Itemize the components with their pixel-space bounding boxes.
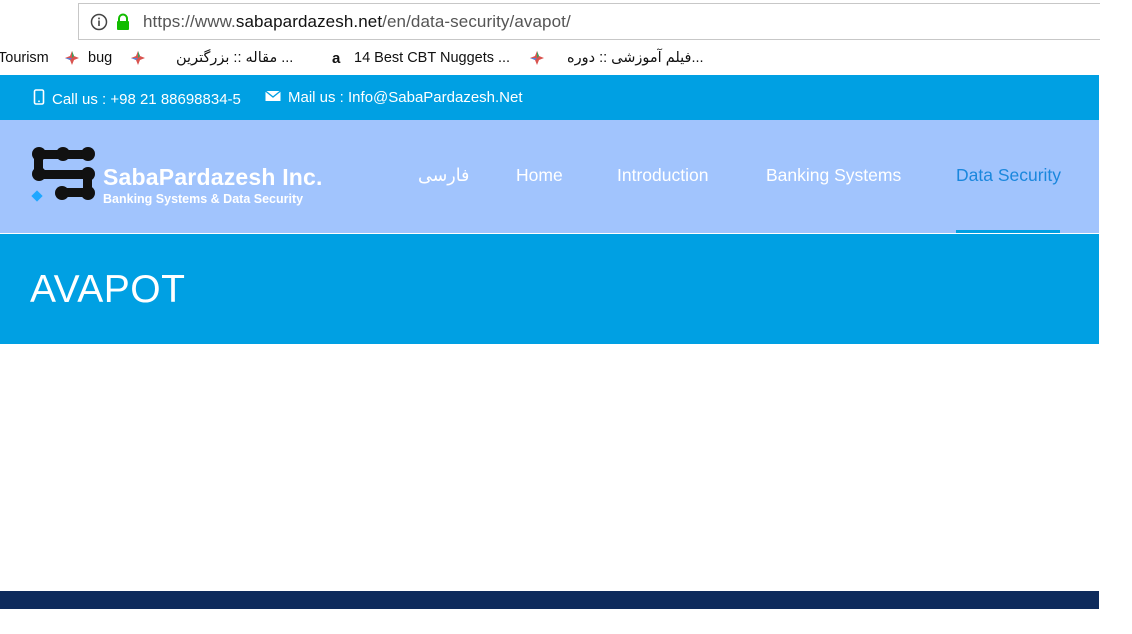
url-text[interactable]: https://www.sabapardazesh.net/en/data-se… (143, 12, 571, 32)
contact-bar: Call us : +98 21 88698834-5 Mail us : In… (0, 75, 1099, 120)
brand-name: SabaPardazesh Inc. (103, 164, 323, 190)
bookmark-training-film[interactable]: فیلم آموزشی :: دوره... (529, 50, 704, 66)
bookmark-label: مقاله :: بزرگترین ... (176, 50, 294, 66)
logo-mark-icon (31, 147, 95, 202)
lock-icon[interactable] (115, 13, 131, 31)
bookmark-label: Tourism (0, 50, 49, 66)
address-bar[interactable]: https://www.sabapardazesh.net/en/data-se… (78, 3, 1100, 40)
puzzle-favicon-icon (64, 50, 80, 66)
bookmark-cbt-nuggets[interactable]: a 14 Best CBT Nuggets ... (330, 50, 511, 67)
page-title-banner: AVAPOT (0, 234, 1099, 344)
nav-item-data-security[interactable]: Data Security (956, 165, 1061, 186)
page-title: AVAPOT (30, 268, 186, 311)
nav-item-farsi[interactable]: فارسی (418, 165, 469, 186)
phone-text: Call us : +98 21 88698834-5 (52, 90, 241, 108)
mobile-phone-icon (33, 89, 45, 109)
nav-item-banking-systems[interactable]: Banking Systems (766, 165, 901, 186)
url-scheme: https://www. (143, 11, 236, 31)
url-domain: sabapardazesh.net (235, 11, 383, 31)
bookmark-label: bug (88, 50, 113, 66)
active-nav-indicator (956, 230, 1060, 233)
nav-item-introduction[interactable]: Introduction (617, 165, 708, 186)
brand-tagline: Banking Systems & Data Security (103, 192, 304, 206)
puzzle-favicon-icon (529, 50, 545, 66)
bookmark-bug[interactable]: bug (64, 50, 112, 66)
bookmarks-bar: Tourism bug مقاله :: بزرگترین ... a 14 B… (0, 44, 1100, 74)
site-header: SabaPardazesh Inc. Banking Systems & Dat… (0, 120, 1099, 233)
amazon-favicon-icon: a (330, 50, 346, 67)
nav-item-home[interactable]: Home (516, 165, 563, 186)
info-icon[interactable] (90, 13, 108, 31)
footer-bar (0, 591, 1099, 609)
phone-contact[interactable]: Call us : +98 21 88698834-5 (33, 89, 241, 109)
browser-window: https://www.sabapardazesh.net/en/data-se… (0, 0, 1132, 634)
bookmark-tourism[interactable]: Tourism (0, 50, 49, 66)
envelope-icon (265, 89, 281, 106)
url-path: /en/data-security/avapot/ (382, 11, 571, 31)
bookmark-article[interactable]: مقاله :: بزرگترین ... (130, 50, 293, 66)
mail-text: Mail us : Info@SabaPardazesh.Net (288, 89, 523, 106)
mail-contact[interactable]: Mail us : Info@SabaPardazesh.Net (265, 89, 523, 106)
bookmark-label: فیلم آموزشی :: دوره... (567, 50, 704, 66)
bookmark-label: 14 Best CBT Nuggets ... (354, 50, 511, 66)
puzzle-favicon-icon (130, 50, 146, 66)
svg-text:a: a (332, 50, 341, 66)
